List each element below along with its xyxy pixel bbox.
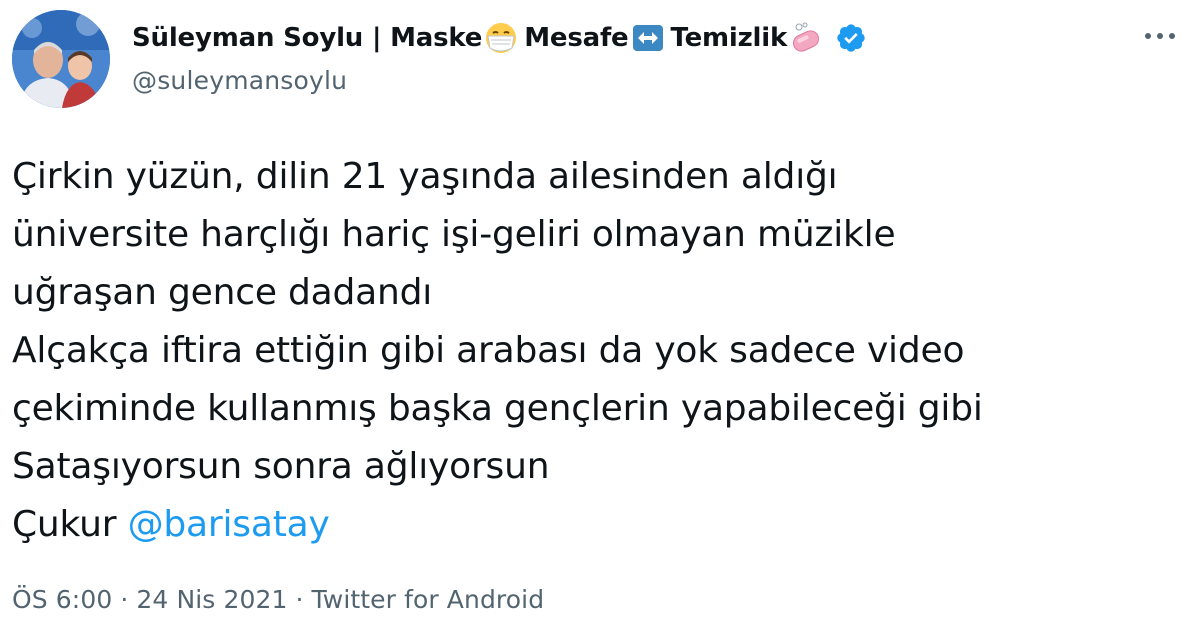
more-dots-icon bbox=[1145, 33, 1175, 39]
author-name-part1[interactable]: Süleyman Soylu | Maske bbox=[132, 23, 482, 53]
tweet-source-link[interactable]: Twitter for Android bbox=[312, 585, 545, 614]
author-handle[interactable]: @suleymansoylu bbox=[132, 66, 1092, 95]
tweet-text-last-line: Çukur @barisatay bbox=[12, 496, 1182, 554]
tweet-text-line: Çirkin yüzün, dilin 21 yaşında ailesinde… bbox=[12, 156, 838, 197]
author-name-row[interactable]: Süleyman Soylu | Maske Mesafe Temizlik bbox=[132, 16, 1092, 60]
tweet-meta: ÖS 6:00 · 24 Nis 2021 · Twitter for Android bbox=[12, 585, 544, 614]
soap-emoji bbox=[789, 21, 823, 55]
face-with-medical-mask-emoji bbox=[484, 21, 518, 55]
tweet-text-line: çekiminde kullanmış başka gençlerin yapa… bbox=[12, 388, 983, 429]
meta-separator: · bbox=[120, 585, 129, 614]
avatar-image bbox=[12, 10, 110, 108]
tweet-header: Süleyman Soylu | Maske Mesafe Temizlik @… bbox=[132, 16, 1092, 95]
more-options-button[interactable] bbox=[1140, 22, 1180, 50]
mention-link[interactable]: @barisatay bbox=[128, 504, 330, 545]
author-name-part3[interactable]: Temizlik bbox=[671, 23, 788, 53]
tweet-text-line: Çukur bbox=[12, 504, 117, 545]
author-name-part2[interactable]: Mesafe bbox=[524, 23, 628, 53]
verified-badge-icon bbox=[835, 22, 867, 54]
tweet-card: Süleyman Soylu | Maske Mesafe Temizlik @… bbox=[0, 0, 1200, 633]
avatar[interactable] bbox=[12, 10, 110, 108]
tweet-time-link[interactable]: ÖS 6:00 bbox=[12, 585, 112, 614]
tweet-text-line: Sataşıyorsun sonra ağlıyorsun bbox=[12, 446, 550, 487]
tweet-text: Çirkin yüzün, dilin 21 yaşında ailesinde… bbox=[12, 148, 1182, 554]
tweet-date-link[interactable]: 24 Nis 2021 bbox=[136, 585, 287, 614]
left-right-arrow-emoji bbox=[631, 21, 665, 55]
meta-separator: · bbox=[295, 585, 304, 614]
tweet-text-line: Alçakça iftira ettiğin gibi arabası da y… bbox=[12, 330, 965, 371]
tweet-text-line: uğraşan gence dadandı bbox=[12, 272, 433, 313]
tweet-text-line: üniversite harçlığı hariç işi-geliri olm… bbox=[12, 214, 896, 255]
